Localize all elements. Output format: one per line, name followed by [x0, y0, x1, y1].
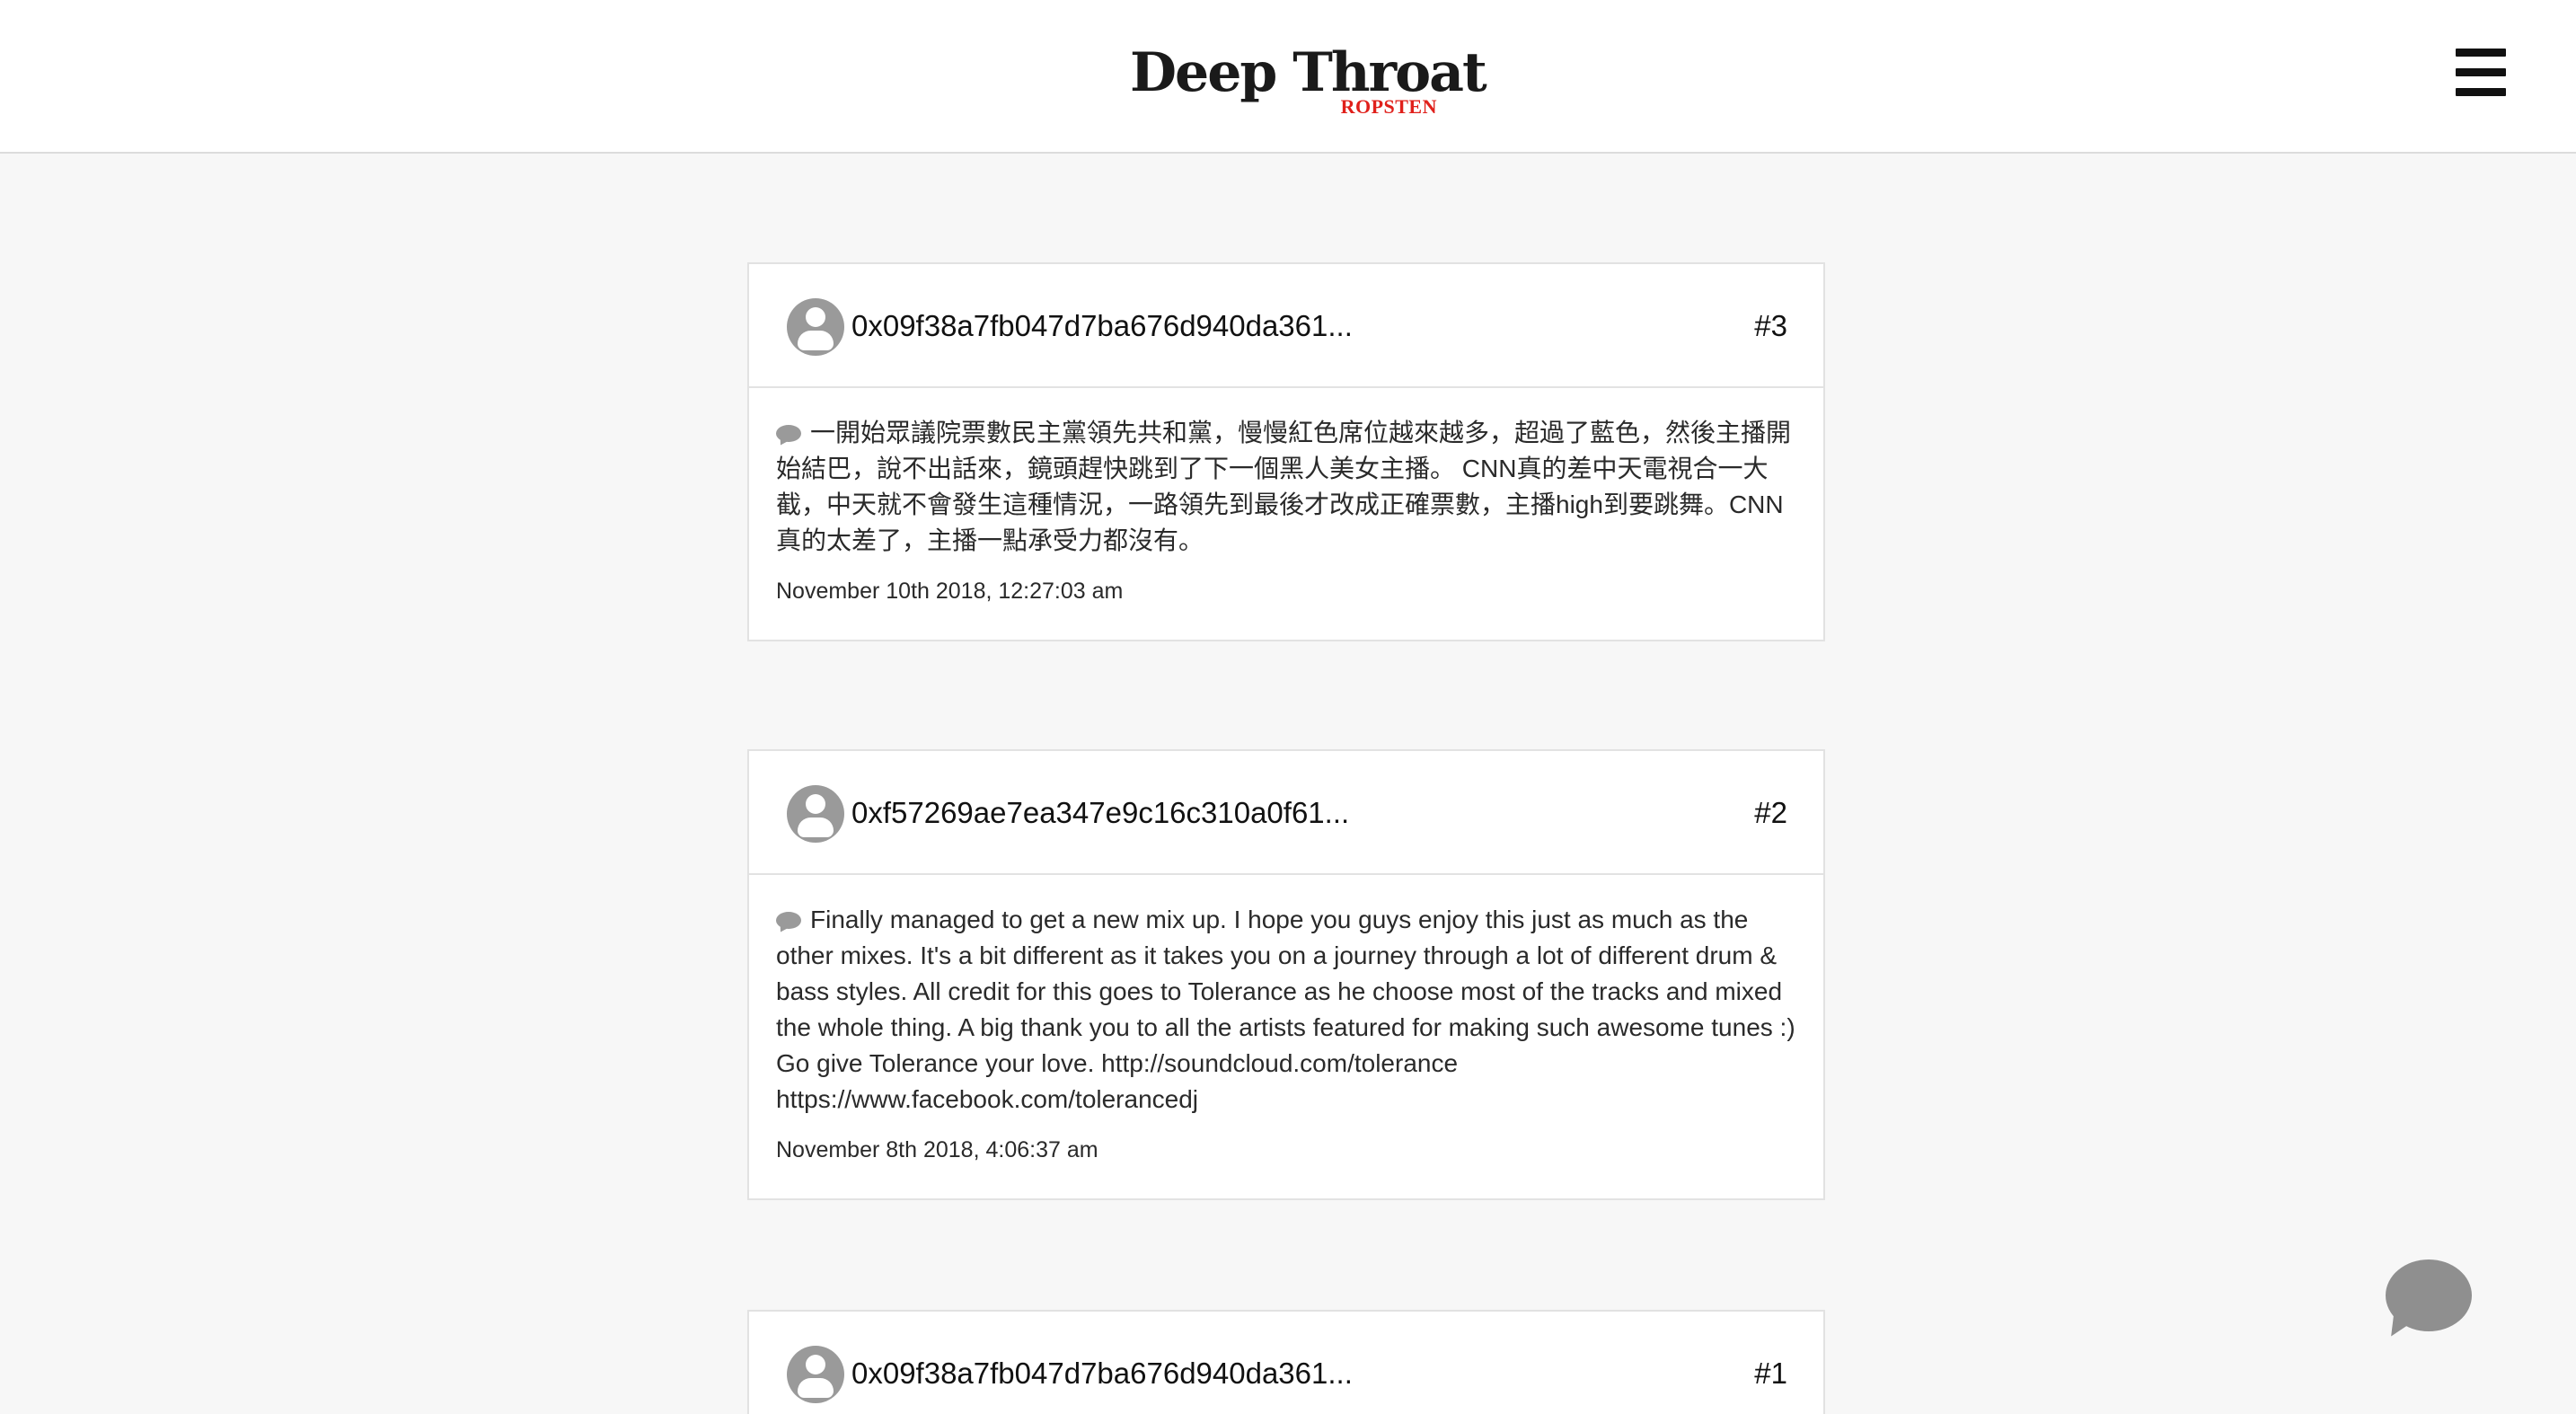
user-avatar-icon [787, 1346, 844, 1403]
post-card: 0xf57269ae7ea347e9c16c310a0f61... #2 Fin… [747, 749, 1825, 1200]
chat-bubble-icon[interactable] [2382, 1259, 2472, 1343]
comment-bubble-icon [776, 912, 801, 930]
post-card: 0x09f38a7fb047d7ba676d940da361... #3 一開始… [747, 262, 1825, 641]
post-body: 一開始眾議院票數民主黨領先共和黨，慢慢紅色席位越來越多，超過了藍色，然後主播開始… [749, 388, 1823, 640]
menu-bar [2456, 68, 2506, 76]
post-number: #3 [1754, 309, 1787, 342]
post-message: 一開始眾議院票數民主黨領先共和黨，慢慢紅色席位越來越多，超過了藍色，然後主播開始… [776, 415, 1796, 559]
post-number: #1 [1754, 1357, 1787, 1390]
post-header: 0x09f38a7fb047d7ba676d940da361... #1 [749, 1312, 1823, 1414]
post-header: 0xf57269ae7ea347e9c16c310a0f61... #2 [749, 751, 1823, 875]
post-body: Finally managed to get a new mix up. I h… [749, 875, 1823, 1198]
menu-bar [2456, 49, 2506, 57]
post-header: 0x09f38a7fb047d7ba676d940da361... #3 [749, 264, 1823, 388]
post-card: 0x09f38a7fb047d7ba676d940da361... #1 [747, 1310, 1825, 1414]
post-message-text: Finally managed to get a new mix up. I h… [776, 906, 1795, 1113]
post-author[interactable]: 0x09f38a7fb047d7ba676d940da361... [851, 304, 1353, 349]
post-author[interactable]: 0xf57269ae7ea347e9c16c310a0f61... [851, 791, 1349, 835]
menu-bar [2456, 88, 2506, 96]
post-message: Finally managed to get a new mix up. I h… [776, 902, 1796, 1118]
post-message-text: 一開始眾議院票數民主黨領先共和黨，慢慢紅色席位越來越多，超過了藍色，然後主播開始… [776, 419, 1792, 554]
post-number: #2 [1754, 796, 1787, 829]
comment-bubble-icon [776, 425, 801, 443]
brand-subtitle: ROPSTEN [1340, 95, 1437, 118]
post-author[interactable]: 0x09f38a7fb047d7ba676d940da361... [851, 1351, 1353, 1396]
user-avatar-icon [787, 298, 844, 356]
post-timestamp: November 8th 2018, 4:06:37 am [776, 1137, 1098, 1162]
site-header: Deep Throat ROPSTEN [0, 0, 2576, 154]
site-logo[interactable]: Deep Throat ROPSTEN [1130, 36, 1487, 126]
user-avatar-icon [787, 785, 844, 843]
hamburger-menu-icon[interactable] [2452, 47, 2511, 101]
post-timestamp: November 10th 2018, 12:27:03 am [776, 579, 1124, 604]
